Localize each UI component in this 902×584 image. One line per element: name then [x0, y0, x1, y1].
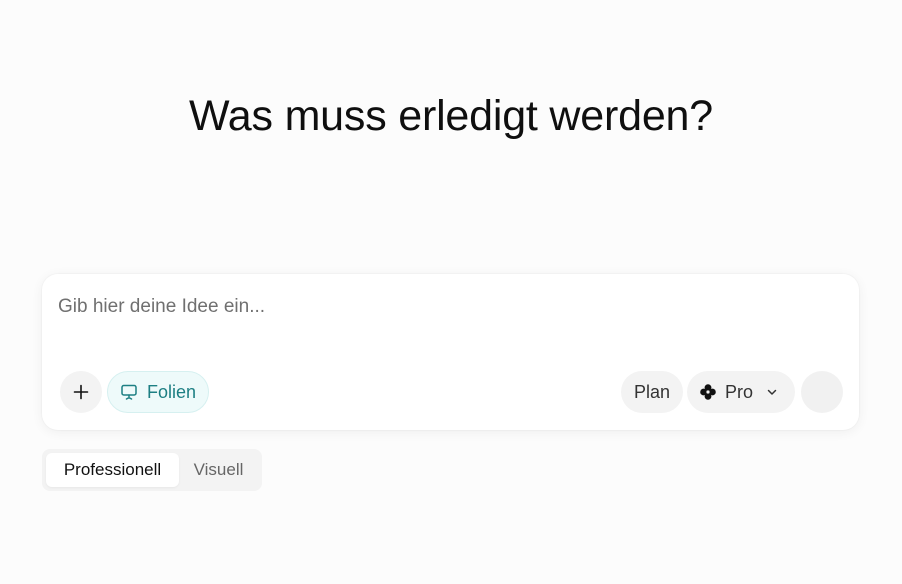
page-title: Was muss erledigt werden?: [189, 92, 713, 140]
presentation-icon: [120, 383, 138, 401]
prompt-input[interactable]: [58, 290, 838, 324]
folien-chip-label: Folien: [147, 381, 197, 402]
flower-icon: [699, 383, 717, 401]
model-selector[interactable]: Pro: [687, 371, 795, 413]
plus-icon: [73, 384, 89, 400]
prompt-composer: Folien Plan Pro: [42, 274, 859, 430]
send-button[interactable]: [801, 371, 843, 413]
plan-chip-label: Plan: [633, 381, 671, 402]
style-tabs: Professionell Visuell: [42, 449, 262, 491]
plan-chip[interactable]: Plan: [621, 371, 683, 413]
add-button[interactable]: [60, 371, 102, 413]
page: Was muss erledigt werden? Folien Plan: [0, 0, 902, 584]
model-selector-label: Pro: [725, 381, 754, 402]
folien-chip[interactable]: Folien: [107, 371, 209, 413]
chevron-down-icon: [766, 386, 778, 398]
tab-professionell[interactable]: Professionell: [46, 453, 179, 487]
tab-visuell[interactable]: Visuell: [179, 453, 258, 487]
